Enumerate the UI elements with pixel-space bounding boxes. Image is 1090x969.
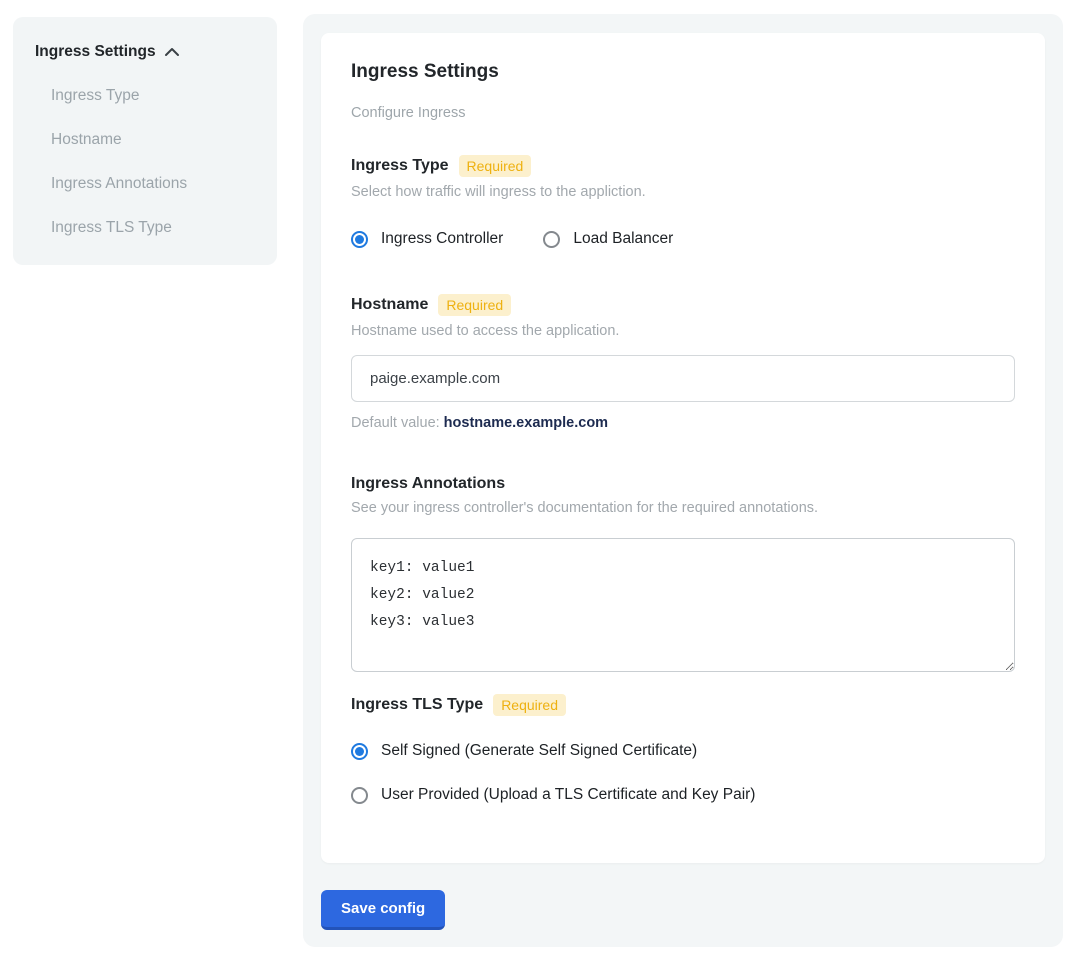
hostname-label: Hostname (351, 296, 428, 314)
section-hostname: Hostname Required Hostname used to acces… (351, 294, 1015, 431)
chevron-up-icon (164, 47, 180, 57)
sidebar-item-ingress-type[interactable]: Ingress Type (35, 87, 255, 105)
sidebar-section-title: Ingress Settings (35, 43, 156, 61)
radio-option-user-provided[interactable]: User Provided (Upload a TLS Certificate … (351, 786, 1015, 804)
section-ingress-annotations: Ingress Annotations See your ingress con… (351, 475, 1015, 672)
radio-option-self-signed[interactable]: Self Signed (Generate Self Signed Certif… (351, 742, 1015, 760)
annotations-textarea[interactable]: key1: value1 key2: value2 key3: value3 (351, 538, 1015, 672)
radio-selected-icon[interactable] (351, 231, 368, 248)
required-badge: Required (493, 694, 566, 716)
page-subtitle: Configure Ingress (351, 105, 1015, 121)
default-value-text: hostname.example.com (444, 415, 608, 431)
radio-option-load-balancer[interactable]: Load Balancer (543, 230, 673, 248)
hostname-input[interactable] (351, 355, 1015, 402)
radio-option-ingress-controller[interactable]: Ingress Controller (351, 230, 503, 248)
sidebar-item-ingress-tls-type[interactable]: Ingress TLS Type (35, 219, 255, 237)
section-ingress-type: Ingress Type Required Select how traffic… (351, 155, 1015, 248)
settings-sidebar: Ingress Settings Ingress Type Hostname I… (13, 17, 277, 265)
sidebar-item-hostname[interactable]: Hostname (35, 131, 255, 149)
radio-option-label: User Provided (Upload a TLS Certificate … (381, 786, 755, 804)
annotations-label: Ingress Annotations (351, 475, 505, 493)
section-ingress-tls-type: Ingress TLS Type Required Self Signed (G… (351, 694, 1015, 804)
tls-type-label: Ingress TLS Type (351, 696, 483, 714)
ingress-type-description: Select how traffic will ingress to the a… (351, 184, 1015, 200)
sidebar-section-toggle[interactable]: Ingress Settings (35, 43, 255, 61)
save-config-button[interactable]: Save config (321, 890, 445, 930)
radio-unselected-icon[interactable] (543, 231, 560, 248)
radio-unselected-icon[interactable] (351, 787, 368, 804)
ingress-type-label: Ingress Type (351, 157, 449, 175)
radio-option-label: Load Balancer (573, 230, 673, 248)
hostname-description: Hostname used to access the application. (351, 323, 1015, 339)
default-value-prefix: Default value: (351, 415, 440, 431)
sidebar-item-list: Ingress Type Hostname Ingress Annotation… (35, 87, 255, 237)
ingress-settings-panel: Ingress Settings Configure Ingress Ingre… (303, 14, 1063, 947)
page-title: Ingress Settings (351, 61, 1015, 83)
ingress-type-radio-group: Ingress Controller Load Balancer (351, 230, 1015, 248)
sidebar-item-ingress-annotations[interactable]: Ingress Annotations (35, 175, 255, 193)
radio-selected-icon[interactable] (351, 743, 368, 760)
ingress-settings-card: Ingress Settings Configure Ingress Ingre… (321, 33, 1045, 863)
radio-option-label: Ingress Controller (381, 230, 503, 248)
hostname-default-line: Default value:hostname.example.com (351, 415, 1015, 431)
required-badge: Required (459, 155, 532, 177)
annotations-description: See your ingress controller's documentat… (351, 500, 1015, 516)
required-badge: Required (438, 294, 511, 316)
tls-type-radio-group: Self Signed (Generate Self Signed Certif… (351, 742, 1015, 804)
radio-option-label: Self Signed (Generate Self Signed Certif… (381, 742, 697, 760)
